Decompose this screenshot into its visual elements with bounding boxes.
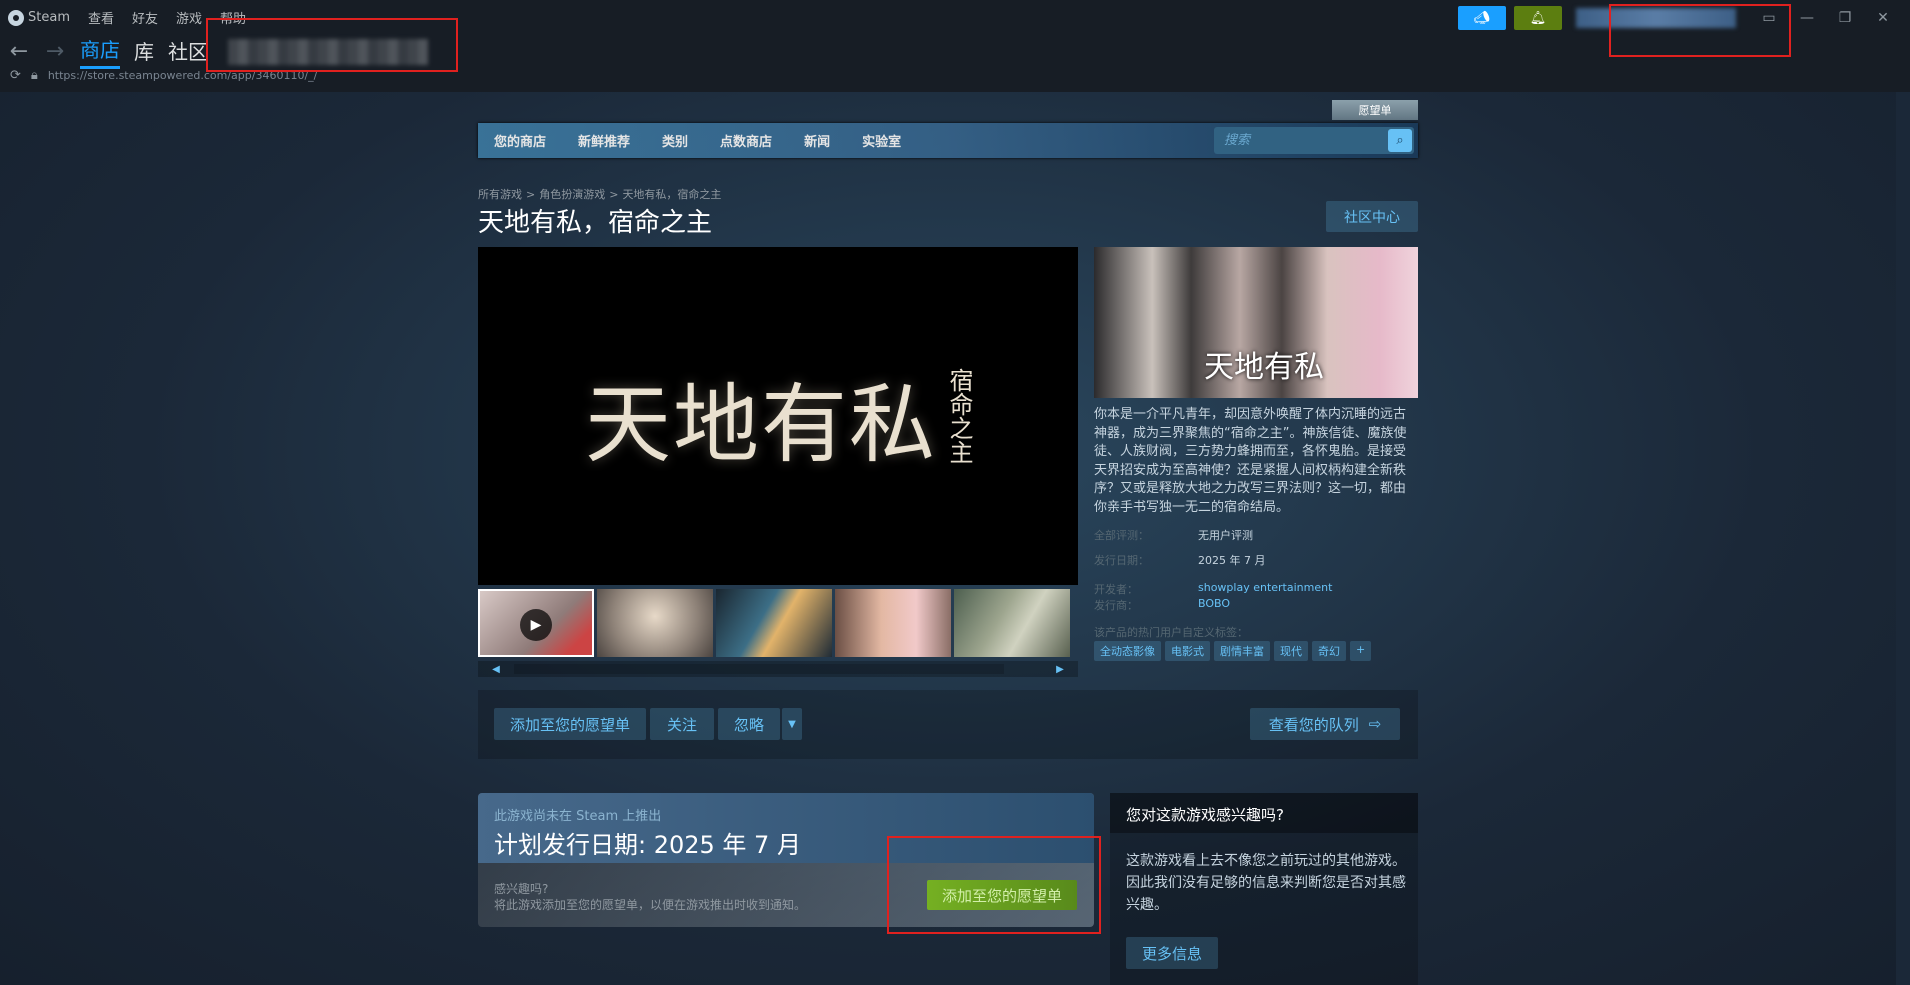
release-value: 2025 年 7 月 bbox=[1198, 554, 1266, 567]
tag[interactable]: 电影式 bbox=[1165, 641, 1210, 661]
not-released-text: 此游戏尚未在 Steam 上推出 bbox=[494, 809, 662, 824]
tag-list: 全动态影像 电影式 剧情丰富 现代 奇幻 + bbox=[1094, 641, 1372, 661]
tag[interactable]: 剧情丰富 bbox=[1214, 641, 1270, 661]
breadcrumb-game[interactable]: 天地有私，宿命之主 bbox=[622, 188, 721, 201]
nav-categories[interactable]: 类别 bbox=[646, 131, 704, 150]
lock-icon: 🔒︎ bbox=[30, 68, 38, 83]
menu-steam[interactable]: Steam bbox=[8, 9, 70, 26]
game-description: 你本是一介平凡青年，却因意外唤醒了体内沉睡的远古神器，成为三界聚焦的“宿命之主”… bbox=[1094, 407, 1407, 515]
breadcrumb-all-games[interactable]: 所有游戏 bbox=[478, 188, 522, 201]
search-box: ⌕ bbox=[1214, 127, 1414, 154]
breadcrumb-rpg[interactable]: 角色扮演游戏 bbox=[539, 188, 605, 201]
thumbnail-screenshot[interactable] bbox=[954, 589, 1070, 657]
publisher-link[interactable]: BOBO bbox=[1198, 597, 1230, 610]
release-label: 发行日期： bbox=[1094, 554, 1149, 567]
tab-store[interactable]: 商店 bbox=[80, 34, 120, 69]
planned-release-date: 计划发行日期: 2025 年 7 月 bbox=[494, 831, 801, 859]
slider-handle[interactable] bbox=[514, 664, 1004, 674]
menu-label: Steam bbox=[28, 10, 70, 25]
media-thumbnails: ▶ bbox=[478, 589, 1078, 657]
reviews-value: 无用户评测 bbox=[1198, 529, 1253, 542]
back-arrow-icon[interactable]: ← bbox=[8, 39, 30, 64]
breadcrumb: 所有游戏 > 角色扮演游戏 > 天地有私，宿命之主 bbox=[478, 186, 721, 202]
ignore-button[interactable]: 忽略 bbox=[718, 708, 780, 740]
thumbnail-video[interactable]: ▶ bbox=[478, 589, 594, 657]
community-hub-button[interactable]: 社区中心 bbox=[1326, 201, 1418, 232]
search-input[interactable] bbox=[1214, 133, 1379, 148]
thumbnail-slider[interactable]: ◀ ▶ bbox=[478, 661, 1078, 677]
menu-friends[interactable]: 好友 bbox=[132, 8, 158, 27]
header-capsule-image: 天地有私 bbox=[1094, 247, 1418, 398]
steam-logo-icon bbox=[8, 9, 24, 26]
nav-labs[interactable]: 实验室 bbox=[846, 131, 917, 150]
slider-left-icon[interactable]: ◀ bbox=[478, 661, 514, 677]
forward-arrow-icon[interactable]: → bbox=[44, 39, 66, 64]
restore-icon[interactable]: ❐ bbox=[1830, 10, 1860, 26]
notifications-bell-icon[interactable]: 🔔︎ bbox=[1514, 6, 1562, 30]
interest-heading: 您对这款游戏感兴趣吗? bbox=[1110, 793, 1418, 833]
thumbnail-screenshot[interactable] bbox=[597, 589, 713, 657]
annotation-box bbox=[887, 836, 1101, 934]
menu-view[interactable]: 查看 bbox=[88, 8, 114, 27]
breadcrumb-separator: > bbox=[609, 188, 619, 201]
thumbnail-screenshot[interactable] bbox=[835, 589, 951, 657]
scrollbar[interactable] bbox=[1896, 92, 1910, 985]
developer-link[interactable]: showplay entertainment bbox=[1198, 581, 1332, 594]
publisher-label: 发行商： bbox=[1094, 599, 1138, 612]
reviews-label: 全部评测： bbox=[1094, 529, 1149, 542]
view-queue-label: 查看您的队列 bbox=[1268, 715, 1359, 734]
menu-games[interactable]: 游戏 bbox=[176, 8, 202, 27]
wishlist-note: 将此游戏添加至您的愿望单，以便在游戏推出时收到通知。 bbox=[494, 898, 807, 912]
nav-your-store[interactable]: 您的商店 bbox=[478, 131, 562, 150]
store-nav: 您的商店 新鲜推荐 类别 点数商店 新闻 实验室 ⌕ bbox=[478, 123, 1418, 158]
tab-community[interactable]: 社区 bbox=[168, 36, 208, 68]
slider-right-icon[interactable]: ▶ bbox=[1042, 661, 1078, 677]
add-to-wishlist-button[interactable]: 添加至您的愿望单 bbox=[494, 708, 646, 740]
refresh-icon[interactable]: ⟳ bbox=[10, 68, 21, 83]
nav-news[interactable]: 新闻 bbox=[788, 131, 846, 150]
nav-points-shop[interactable]: 点数商店 bbox=[704, 131, 788, 150]
close-icon[interactable]: ✕ bbox=[1868, 10, 1898, 26]
nav-new-noteworthy[interactable]: 新鲜推荐 bbox=[562, 131, 646, 150]
search-icon[interactable]: ⌕ bbox=[1388, 129, 1412, 152]
page-title: 天地有私，宿命之主 bbox=[478, 208, 713, 238]
developer-label: 开发者： bbox=[1094, 583, 1138, 596]
minimize-icon[interactable]: — bbox=[1792, 10, 1822, 26]
tab-library[interactable]: 库 bbox=[134, 36, 154, 68]
tags-label: 该产品的热门用户自定义标签： bbox=[1094, 626, 1248, 639]
follow-button[interactable]: 关注 bbox=[650, 708, 714, 740]
tag[interactable]: 现代 bbox=[1274, 641, 1308, 661]
game-logo-text: 天地有私 bbox=[585, 374, 937, 475]
annotation-box bbox=[1609, 4, 1791, 57]
arrow-right-icon: ⇨ bbox=[1368, 715, 1382, 733]
announcements-icon[interactable]: 📣︎ bbox=[1458, 6, 1506, 30]
play-icon: ▶ bbox=[520, 609, 552, 641]
wishlist-link[interactable]: 愿望单 bbox=[1332, 100, 1418, 120]
annotation-box bbox=[206, 18, 458, 72]
thumbnail-screenshot[interactable] bbox=[716, 589, 832, 657]
breadcrumb-separator: > bbox=[526, 188, 536, 201]
interest-panel: 您对这款游戏感兴趣吗? 这款游戏看上去不像您之前玩过的其他游戏。因此我们没有足够… bbox=[1110, 793, 1418, 985]
trailer-video[interactable]: 天地有私 宿命之主 bbox=[478, 247, 1078, 585]
queue-action-bar: 添加至您的愿望单 关注 忽略 ▼ 查看您的队列 ⇨ bbox=[478, 690, 1418, 759]
tag[interactable]: 奇幻 bbox=[1312, 641, 1346, 661]
capsule-logo-text: 天地有私 bbox=[1204, 350, 1324, 385]
game-logo-subtext: 宿命之主 bbox=[945, 368, 973, 464]
interested-question: 感兴趣吗? bbox=[494, 882, 549, 896]
tag[interactable]: 全动态影像 bbox=[1094, 641, 1161, 661]
ignore-dropdown-chevron-icon[interactable]: ▼ bbox=[782, 708, 802, 740]
more-info-button[interactable]: 更多信息 bbox=[1126, 937, 1218, 969]
interest-body: 这款游戏看上去不像您之前玩过的其他游戏。因此我们没有足够的信息来判断您是否对其感… bbox=[1126, 853, 1406, 913]
view-queue-button[interactable]: 查看您的队列 ⇨ bbox=[1250, 708, 1400, 740]
tag-more-button[interactable]: + bbox=[1350, 641, 1372, 661]
